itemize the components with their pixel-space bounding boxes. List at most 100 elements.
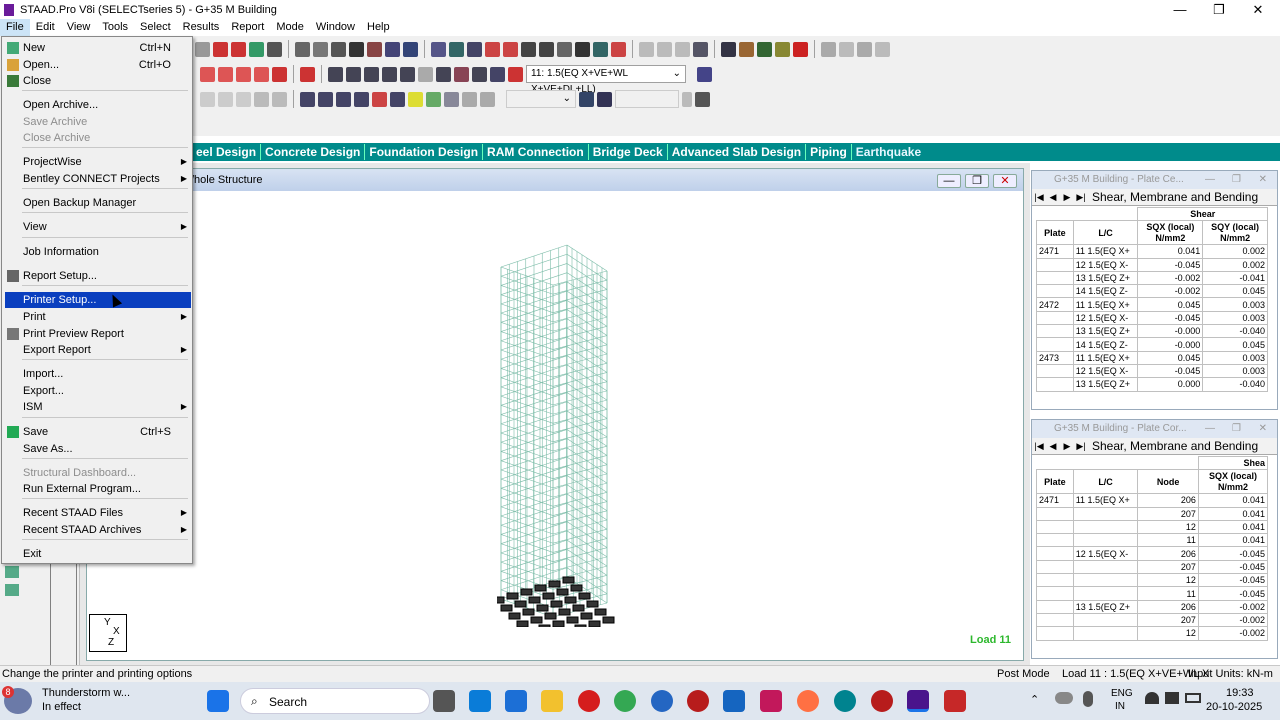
window-cascade-icon[interactable] <box>839 41 854 57</box>
window-arrange-icon[interactable] <box>857 41 872 57</box>
chevron-up-icon[interactable]: ⌃ <box>1030 693 1039 706</box>
table-row[interactable]: 12 -0.045 <box>1036 573 1269 588</box>
zoom-prev-icon[interactable] <box>418 66 433 82</box>
table-row[interactable]: 207 -0.002 <box>1036 612 1269 628</box>
file-menu-item-export-report[interactable]: Export Report ▶ <box>5 342 191 358</box>
task-view-icon[interactable] <box>433 690 455 712</box>
wifi-icon[interactable] <box>1145 692 1159 704</box>
empty-combo[interactable]: ⌄ <box>506 90 576 108</box>
tab-steel-design[interactable]: eel Design <box>192 144 262 160</box>
edge-icon[interactable] <box>469 690 491 712</box>
model-icon[interactable] <box>480 91 495 107</box>
panel2-close-button[interactable]: ✕ <box>1259 420 1267 438</box>
structure-wizard-icon[interactable] <box>249 41 264 57</box>
rotate-left-icon[interactable] <box>200 66 215 82</box>
monitor-icon[interactable] <box>579 91 594 107</box>
surface-cursor-icon[interactable] <box>372 91 387 107</box>
file-menu-item-exit[interactable]: Exit <box>5 546 191 562</box>
prev-tab-icon[interactable]: ◀ <box>1046 441 1060 452</box>
viewport-close-button[interactable]: ✕ <box>993 174 1017 188</box>
tab-advanced-slab-design[interactable]: Advanced Slab Design <box>668 144 807 160</box>
zoom-out-icon[interactable] <box>382 66 397 82</box>
grid-3-icon[interactable] <box>675 41 690 57</box>
maximize-button[interactable]: ❐ <box>1199 0 1239 19</box>
spin-right-icon[interactable] <box>254 66 269 82</box>
find-icon[interactable] <box>490 66 505 82</box>
beam-length-icon[interactable] <box>521 41 536 57</box>
file-explorer-icon[interactable] <box>541 690 563 712</box>
panel2-restore-button[interactable]: ❐ <box>1232 420 1241 438</box>
table-row[interactable]: 13 1.5(EQ Z+ 206 -0.002 <box>1036 599 1269 614</box>
load-case-combo[interactable]: 11: 1.5(EQ X+VE+WL X+VE+DL+LL) ⌄ <box>526 65 686 95</box>
page-control-icon[interactable] <box>5 566 19 578</box>
calculator-icon[interactable] <box>757 41 772 57</box>
file-menu-item-recent-staad-archives[interactable]: Recent STAAD Archives ▶ <box>5 522 191 538</box>
firefox-icon[interactable] <box>797 690 819 712</box>
load-icon[interactable] <box>508 66 523 82</box>
report-icon[interactable] <box>367 41 382 57</box>
arc-icon[interactable] <box>721 41 736 57</box>
mesh-icon[interactable] <box>462 91 477 107</box>
load-help-icon[interactable] <box>697 66 712 82</box>
beam-cursor-icon[interactable] <box>300 91 315 107</box>
camera-icon[interactable] <box>349 41 364 57</box>
file-menu-item-save-as[interactable]: Save As... <box>5 441 191 457</box>
document-icon[interactable] <box>403 41 418 57</box>
view-side-icon[interactable] <box>449 41 464 57</box>
label-icon[interactable] <box>557 41 572 57</box>
table-row[interactable]: 2471 11 1.5(EQ X+ 0.041 0.002 <box>1036 244 1268 259</box>
panel2-tab-shear-membrane-bending[interactable]: Shear, Membrane and Bending <box>1092 439 1258 453</box>
menu-help[interactable]: Help <box>361 19 396 36</box>
cloud-icon[interactable] <box>1055 692 1073 704</box>
select-all-icon[interactable] <box>300 66 315 82</box>
file-menu-item-new[interactable]: New Ctrl+N <box>5 40 191 56</box>
value-input[interactable] <box>615 90 679 108</box>
file-menu-item-projectwise[interactable]: ProjectWise ▶ <box>5 154 191 170</box>
menu-file[interactable]: File <box>0 19 30 36</box>
app-icon[interactable] <box>687 690 709 712</box>
menu-mode[interactable]: Mode <box>270 19 310 36</box>
physical-member-icon[interactable] <box>426 91 441 107</box>
next-tab-icon[interactable]: ▶ <box>1060 441 1074 452</box>
cut-section-icon[interactable] <box>693 41 708 57</box>
tab-concrete-design[interactable]: Concrete Design <box>261 144 366 160</box>
next-tab-icon[interactable]: ▶ <box>1060 192 1074 203</box>
help-query-icon[interactable] <box>575 41 590 57</box>
last-tab-icon[interactable]: ▶| <box>1074 192 1088 203</box>
page-control-icon[interactable] <box>5 584 19 596</box>
file-menu-item-printer-setup[interactable]: Printer Setup... <box>5 292 191 308</box>
zoom-in-icon[interactable] <box>364 66 379 82</box>
eraser-icon[interactable] <box>611 41 626 57</box>
undo-icon[interactable] <box>195 41 210 57</box>
label-cursor-icon[interactable] <box>408 91 423 107</box>
store-icon[interactable] <box>505 690 527 712</box>
query-icon[interactable] <box>597 91 612 107</box>
file-menu-item-import[interactable]: Import... <box>5 366 191 382</box>
minimize-button[interactable]: — <box>1160 0 1200 19</box>
solid-cursor-icon[interactable] <box>354 91 369 107</box>
table-row[interactable]: 13 1.5(EQ Z+ 0.000 -0.040 <box>1036 377 1268 392</box>
repeat-icon[interactable] <box>254 91 269 107</box>
snap-grid-icon[interactable] <box>218 91 233 107</box>
file-menu-item-open-backup-manager[interactable]: Open Backup Manager <box>5 195 191 211</box>
spin-icon[interactable] <box>682 91 692 107</box>
table-row[interactable]: 2472 11 1.5(EQ X+ 0.045 0.003 <box>1036 297 1268 312</box>
file-menu-item-print-preview-report[interactable]: Print Preview Report <box>5 326 191 342</box>
app-icon[interactable] <box>871 690 893 712</box>
zoom-dynamic-icon[interactable] <box>400 66 415 82</box>
viewport-minimize-button[interactable]: — <box>937 174 961 188</box>
app-icon[interactable] <box>760 690 782 712</box>
file-menu-item-recent-staad-files[interactable]: Recent STAAD Files ▶ <box>5 505 191 521</box>
table-row[interactable]: 207 0.041 <box>1036 506 1269 521</box>
print-preview-icon[interactable] <box>313 41 328 57</box>
volume-icon[interactable] <box>1165 692 1179 704</box>
panel1-minimize-button[interactable]: — <box>1205 171 1215 189</box>
menu-window[interactable]: Window <box>310 19 361 36</box>
acrobat-icon[interactable] <box>944 690 966 712</box>
table-row[interactable]: 12 -0.002 <box>1036 626 1269 641</box>
close-button[interactable]: ✕ <box>1238 0 1278 19</box>
grid-1-icon[interactable] <box>639 41 654 57</box>
trash-icon[interactable] <box>231 41 246 57</box>
table-row[interactable]: 13 1.5(EQ Z+ -0.000 -0.040 <box>1036 324 1268 339</box>
view-iso-icon[interactable] <box>467 41 482 57</box>
